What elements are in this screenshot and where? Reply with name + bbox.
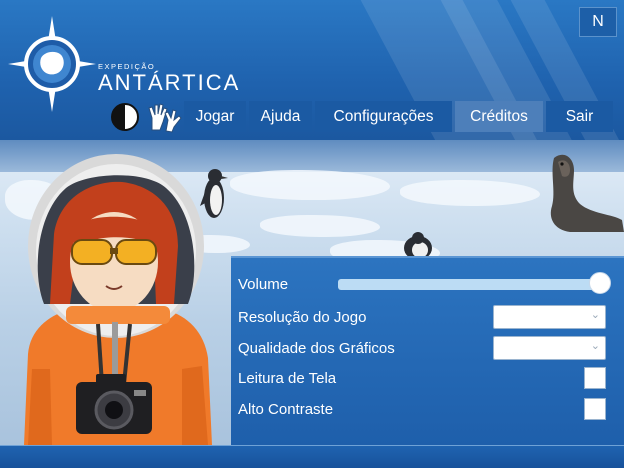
ice-floe bbox=[400, 180, 540, 206]
explorer-character-image bbox=[24, 154, 212, 445]
game-logo: EXPEDIÇÃO ANTÁRTICA bbox=[8, 14, 298, 114]
compass-logo-icon bbox=[8, 16, 96, 112]
resolution-label: Resolução do Jogo bbox=[238, 309, 367, 326]
menu-credits-button[interactable]: Créditos bbox=[455, 101, 543, 132]
footer-bar bbox=[0, 445, 624, 468]
contrast-toggle-icon[interactable] bbox=[110, 102, 140, 132]
menu-settings-button[interactable]: Configurações bbox=[315, 101, 452, 132]
ice-floe bbox=[260, 215, 380, 237]
seal-image bbox=[550, 154, 624, 232]
main-menu: Jogar Ajuda Configurações Créditos Sair bbox=[184, 101, 613, 132]
volume-label: Volume bbox=[238, 276, 289, 293]
graphics-quality-label: Qualidade dos Gráficos bbox=[238, 340, 395, 357]
chevron-down-icon: ⌄ bbox=[590, 339, 600, 352]
screen-reader-checkbox[interactable] bbox=[584, 367, 606, 389]
chevron-down-icon: ⌄ bbox=[590, 308, 600, 321]
graphics-quality-select[interactable]: ⌄ bbox=[493, 336, 606, 360]
high-contrast-checkbox[interactable] bbox=[584, 398, 606, 420]
ice-floe bbox=[230, 170, 390, 200]
top-n-button[interactable]: N bbox=[579, 7, 617, 37]
resolution-select[interactable]: ⌄ bbox=[493, 305, 606, 329]
screen-reader-label: Leitura de Tela bbox=[238, 370, 337, 387]
menu-play-button[interactable]: Jogar bbox=[184, 101, 246, 132]
sign-language-hands-icon[interactable] bbox=[146, 100, 182, 134]
volume-slider-track[interactable] bbox=[338, 279, 600, 290]
logo-title: ANTÁRTICA bbox=[98, 70, 241, 95]
volume-slider-thumb[interactable] bbox=[589, 272, 611, 294]
penguin-image bbox=[404, 232, 432, 256]
high-contrast-label: Alto Contraste bbox=[238, 401, 334, 418]
settings-panel: Volume Resolução do Jogo ⌄ Qualidade dos… bbox=[231, 256, 624, 445]
menu-exit-button[interactable]: Sair bbox=[546, 101, 613, 132]
game-screen: EXPEDIÇÃO ANTÁRTICA N Jogar Ajuda Config… bbox=[0, 0, 624, 468]
menu-help-button[interactable]: Ajuda bbox=[249, 101, 312, 132]
